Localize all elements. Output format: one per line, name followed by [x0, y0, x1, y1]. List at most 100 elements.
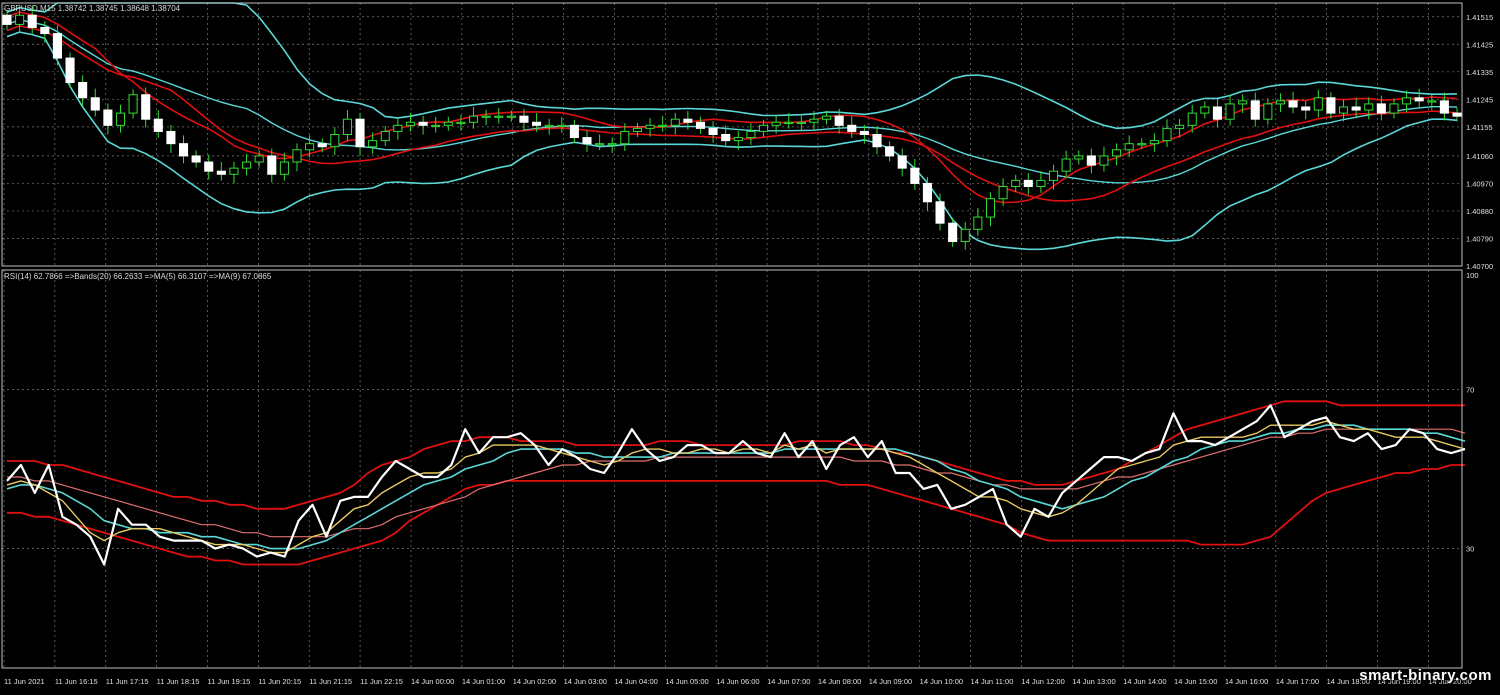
candle-bullish [1238, 100, 1248, 105]
candle-bearish [166, 130, 176, 145]
candle-bullish [1048, 170, 1059, 181]
candle-bearish [721, 134, 731, 142]
candle-bullish [115, 112, 126, 126]
candle-bearish [27, 14, 37, 28]
watermark-text: smart-binary.com [1359, 667, 1492, 684]
candle-bullish [1313, 97, 1323, 111]
time-tick-label: 11 Jun 17:15 [106, 677, 149, 686]
candle-bearish [1301, 106, 1311, 111]
candle-bullish [1137, 143, 1147, 146]
candle-bearish [885, 146, 895, 157]
candle-bullish [658, 124, 668, 128]
candle-bullish [15, 14, 25, 25]
candle-bearish [78, 82, 88, 99]
rsi-tick-label: 100 [1466, 271, 1479, 280]
time-tick-label: 14 Jun 15:00 [1174, 677, 1217, 686]
candle-bullish [985, 198, 996, 218]
candle-bearish [204, 161, 214, 172]
candle-bullish [544, 124, 554, 128]
candle-bearish [582, 137, 592, 145]
candle-bearish [1212, 106, 1222, 120]
chart-canvas[interactable]: 1.41515 1.41425 1.41335 1.41245 1.41155 1.410… [0, 0, 1500, 690]
candle-bearish [317, 143, 327, 148]
candle-bearish [178, 143, 189, 157]
time-tick-label: 14 Jun 01:00 [462, 677, 505, 686]
price-tick-label: 1.41335 [1466, 68, 1493, 77]
candle-bearish [897, 155, 907, 169]
candle-bullish [481, 115, 491, 118]
candle-bearish [1288, 100, 1298, 108]
candle-bearish [2, 14, 12, 25]
candle-bullish [1175, 124, 1185, 129]
time-tick-label: 14 Jun 07:00 [767, 677, 810, 686]
candle-bullish [1263, 103, 1273, 120]
candle-bullish [330, 134, 340, 148]
rsi-tick-label: 30 [1466, 545, 1474, 554]
time-tick-label: 11 Jun 16:15 [55, 677, 98, 686]
time-tick-label: 14 Jun 02:00 [513, 677, 556, 686]
candle-bullish [632, 127, 642, 132]
candle-bullish [242, 161, 252, 169]
candle-bearish [1452, 112, 1462, 117]
candle-bullish [733, 137, 743, 142]
candle-bearish [65, 57, 75, 84]
time-tick-label: 11 Jun 2021 [4, 677, 45, 686]
candle-bearish [872, 134, 882, 148]
candle-bearish [532, 121, 542, 126]
candle-bullish [822, 115, 832, 120]
time-tick-label: 14 Jun 16:00 [1225, 677, 1268, 686]
candle-bearish [1351, 106, 1361, 111]
candle-bullish [1402, 97, 1412, 105]
time-tick-label: 14 Jun 00:00 [411, 677, 454, 686]
candle-bearish [52, 33, 62, 59]
price-tick-label: 1.41425 [1466, 40, 1493, 49]
price-tick-label: 1.40970 [1466, 179, 1493, 188]
candle-bullish [670, 118, 680, 126]
candle-bullish [758, 124, 769, 132]
candle-bullish [279, 161, 289, 175]
candle-bearish [834, 115, 844, 126]
candle-bullish [1036, 179, 1046, 187]
candle-bullish [292, 149, 302, 163]
time-tick-label: 11 Jun 22:15 [360, 677, 403, 686]
trading-chart-window[interactable]: 1.41515 1.41425 1.41335 1.41245 1.41155 1.410… [0, 0, 1500, 690]
price-pane-header: GBPUSD,M15 1.38742 1.38745 1.38648 1.387… [4, 4, 181, 13]
candle-bearish [1023, 179, 1033, 187]
candle-bullish [405, 121, 416, 126]
candle-bullish [1200, 106, 1210, 114]
candle-bullish [645, 124, 655, 129]
candle-bullish [506, 115, 516, 118]
candle-bullish [1011, 179, 1021, 187]
price-tick-label: 1.41245 [1466, 95, 1493, 104]
candle-bullish [1124, 143, 1134, 151]
candle-bullish [998, 185, 1008, 200]
candle-bearish [683, 118, 693, 123]
time-tick-label: 14 Jun 11:00 [971, 677, 1014, 686]
candle-bearish [216, 170, 226, 175]
candle-bullish [809, 118, 819, 123]
candle-bearish [708, 127, 718, 136]
price-tick-label: 1.40880 [1466, 207, 1493, 216]
time-tick-label: 14 Jun 03:00 [564, 677, 607, 686]
candle-bullish [1275, 100, 1286, 105]
candle-bearish [418, 121, 428, 126]
candle-bearish [40, 26, 50, 35]
candle-bearish [948, 222, 958, 243]
candle-bullish [1225, 103, 1235, 120]
candle-bullish [1187, 112, 1197, 126]
time-tick-label: 14 Jun 09:00 [869, 677, 912, 686]
time-tick-label: 11 Jun 21:15 [309, 677, 352, 686]
candle-bullish [973, 216, 983, 230]
rsi-tick-label: 70 [1466, 385, 1474, 394]
candle-bullish [796, 121, 806, 124]
time-tick-label: 11 Jun 19:15 [207, 677, 250, 686]
candle-bullish [128, 94, 138, 114]
candle-bullish [368, 140, 378, 148]
candle-bullish [595, 143, 605, 146]
candle-bullish [393, 124, 403, 132]
candle-bearish [695, 121, 706, 129]
candle-bullish [1162, 127, 1172, 142]
candle-bullish [1364, 103, 1374, 111]
candle-bullish [1074, 155, 1084, 160]
candle-bullish [305, 143, 315, 151]
